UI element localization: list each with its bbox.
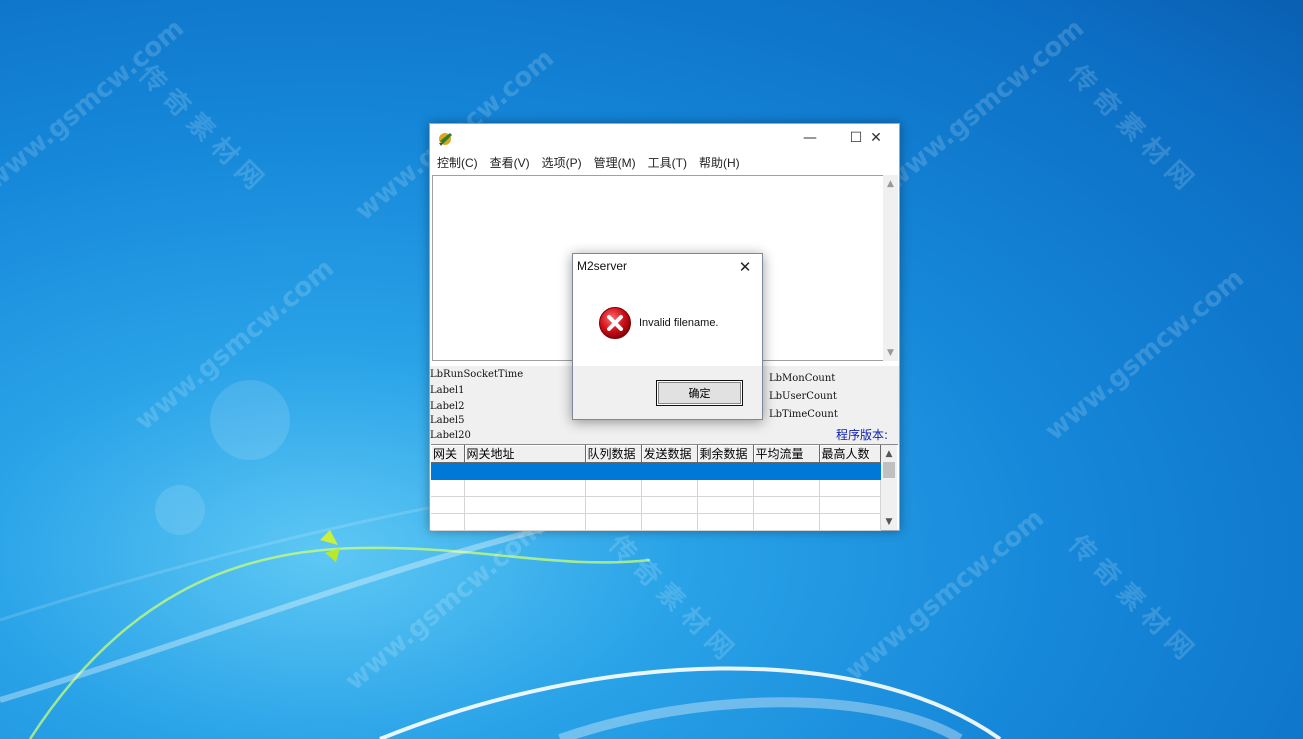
menu-options[interactable]: 选项(P) (535, 152, 587, 174)
watermark-text: www.gsmcw.com (339, 513, 550, 697)
table-cell[interactable] (753, 513, 820, 531)
table-cell[interactable] (431, 496, 465, 514)
scroll-thumb[interactable] (883, 462, 895, 478)
label-1: Label1 (430, 385, 465, 396)
table-cell[interactable] (431, 513, 465, 531)
table-cell[interactable] (753, 479, 820, 497)
table-row[interactable] (431, 462, 881, 480)
column-header[interactable]: 网关 (431, 445, 465, 463)
table-cell[interactable] (697, 479, 754, 497)
error-dialog: M2server ✕ Invalid filename. 确定 (572, 253, 763, 420)
table-cell[interactable] (819, 496, 881, 514)
dialog-message: Invalid filename. (639, 317, 719, 329)
table-cell[interactable] (641, 496, 698, 514)
label-mon-count: LbMonCount (769, 373, 836, 384)
column-header[interactable]: 平均流量 (753, 445, 820, 463)
table-cell[interactable] (641, 462, 698, 480)
scroll-down-icon[interactable]: ▼ (883, 344, 898, 361)
table-row[interactable] (431, 513, 881, 531)
table-cell[interactable] (697, 513, 754, 531)
dialog-close-button[interactable]: ✕ (730, 255, 760, 279)
watermark-text: 传奇素材网 (602, 529, 744, 671)
table-cell[interactable] (431, 479, 465, 497)
table-cell[interactable] (697, 462, 754, 480)
column-header[interactable]: 队列数据 (585, 445, 642, 463)
column-header[interactable]: 剩余数据 (697, 445, 754, 463)
label-run-socket-time: LbRunSocketTime (430, 369, 524, 380)
label-2: Label2 (430, 401, 465, 412)
table-cell[interactable] (464, 462, 586, 480)
table-cell[interactable] (697, 496, 754, 514)
watermark-text: www.gsmcw.com (879, 13, 1090, 197)
table-cell[interactable] (585, 513, 642, 531)
grid-scrollbar[interactable]: ▲ ▼ (881, 445, 897, 530)
minimize-button[interactable]: — (787, 124, 833, 152)
close-button[interactable]: ✕ (853, 124, 899, 152)
table-cell[interactable] (753, 462, 820, 480)
table-cell[interactable] (585, 496, 642, 514)
ok-button[interactable]: 确定 (656, 380, 743, 406)
column-header[interactable]: 网关地址 (464, 445, 586, 463)
table-cell[interactable] (819, 462, 881, 480)
gateway-grid[interactable]: 网关 网关地址 队列数据 发送数据 剩余数据 平均流量 最高人数 ▲ ▼ (431, 444, 898, 531)
table-cell[interactable] (753, 496, 820, 514)
table-cell[interactable] (585, 479, 642, 497)
table-header-row: 网关 网关地址 队列数据 发送数据 剩余数据 平均流量 最高人数 (431, 445, 881, 463)
label-5: Label5 (430, 415, 465, 426)
table-cell[interactable] (464, 496, 586, 514)
table-cell[interactable] (464, 479, 586, 497)
watermark-text: www.gsmcw.com (0, 13, 190, 197)
table-cell[interactable] (464, 513, 586, 531)
watermark-text: www.gsmcw.com (1039, 263, 1250, 447)
watermark-text: 传奇素材网 (132, 59, 274, 201)
watermark-text: 传奇素材网 (1062, 529, 1204, 671)
error-icon (599, 307, 631, 339)
log-scrollbar[interactable]: ▲ ▼ (883, 175, 898, 361)
table-cell[interactable] (641, 479, 698, 497)
dialog-title: M2server (577, 259, 628, 273)
version-label: 程序版本: (835, 428, 888, 442)
label-user-count: LbUserCount (769, 391, 837, 402)
menu-bar: 控制(C) 查看(V) 选项(P) 管理(M) 工具(T) 帮助(H) (430, 152, 899, 174)
table-cell[interactable] (641, 513, 698, 531)
menu-help[interactable]: 帮助(H) (692, 152, 745, 174)
menu-tools[interactable]: 工具(T) (641, 152, 692, 174)
label-time-count: LbTimeCount (769, 409, 838, 420)
scroll-up-icon[interactable]: ▲ (883, 175, 898, 192)
dialog-footer: 确定 (573, 366, 762, 419)
table-cell[interactable] (819, 513, 881, 531)
gateway-table: 网关 网关地址 队列数据 发送数据 剩余数据 平均流量 最高人数 (431, 445, 881, 531)
menu-manage[interactable]: 管理(M) (587, 152, 641, 174)
column-header[interactable]: 最高人数 (819, 445, 881, 463)
menu-control[interactable]: 控制(C) (430, 152, 483, 174)
table-row[interactable] (431, 496, 881, 514)
title-bar[interactable]: — ☐ ✕ (430, 124, 899, 152)
table-cell[interactable] (585, 462, 642, 480)
label-20: Label20 (430, 430, 471, 441)
app-logo-icon[interactable] (436, 129, 454, 147)
watermark-text: www.gsmcw.com (129, 253, 340, 437)
column-header[interactable]: 发送数据 (641, 445, 698, 463)
table-row[interactable] (431, 479, 881, 497)
watermark-text: 传奇素材网 (1062, 59, 1204, 201)
scroll-down-icon[interactable]: ▼ (881, 513, 897, 530)
table-cell[interactable] (819, 479, 881, 497)
bamboo-leaf-icon (320, 530, 340, 562)
scroll-up-icon[interactable]: ▲ (881, 445, 897, 462)
menu-view[interactable]: 查看(V) (483, 152, 535, 174)
table-cell[interactable] (431, 462, 465, 480)
